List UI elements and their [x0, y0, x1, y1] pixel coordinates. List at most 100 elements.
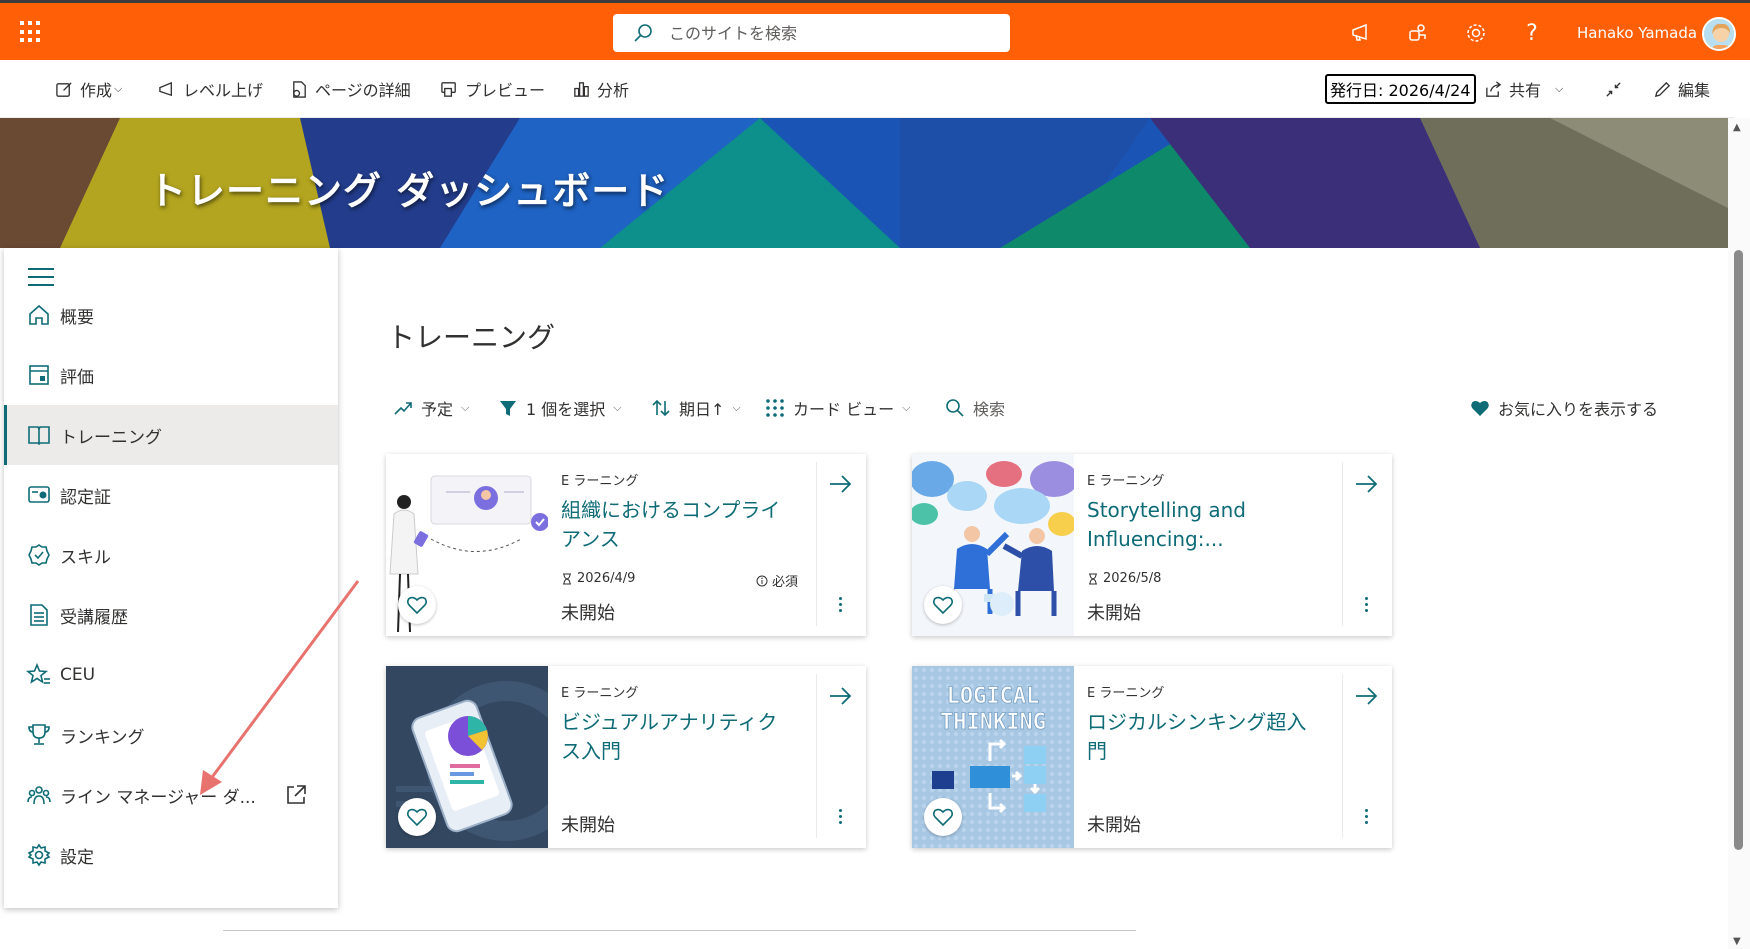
hero-banner: トレーニング ダッシュボード: [0, 118, 1728, 248]
analytics-button[interactable]: 分析: [572, 77, 629, 101]
card-divider: [1342, 462, 1343, 626]
view-selector[interactable]: カード ビュー ⌵: [765, 396, 910, 420]
nav-item-ceu[interactable]: CEU: [4, 645, 338, 705]
card-due-date: 2026/5/8: [1087, 571, 1161, 586]
nav-item-settings[interactable]: 設定: [4, 825, 338, 885]
card-title-link[interactable]: ロジカルシンキング超入門: [1087, 708, 1322, 766]
favorite-button[interactable]: [924, 798, 962, 836]
preview-label: プレビュー: [465, 81, 546, 100]
user-name[interactable]: Hanako Yamada: [1577, 24, 1697, 42]
nav-item-label: スキル: [60, 547, 111, 568]
external-link-icon[interactable]: [284, 783, 308, 807]
certificate-icon: [28, 486, 50, 503]
document-list-icon: [30, 604, 48, 626]
training-card[interactable]: E ラーニング ビジュアルアナリティクス入門 未開始: [386, 666, 866, 848]
more-options-icon[interactable]: [1357, 592, 1375, 616]
favorite-button[interactable]: [398, 586, 436, 624]
help-icon[interactable]: ?: [1519, 20, 1545, 46]
edit-button[interactable]: 編集: [1653, 77, 1710, 101]
promote-button[interactable]: レベル上げ: [158, 77, 263, 101]
view-selector-label: カード ビュー: [793, 400, 895, 419]
nav-item-overview[interactable]: 概要: [4, 285, 338, 345]
nav-item-line-manager-dashboard[interactable]: ライン マネージャー ダ...: [4, 765, 338, 825]
thumbnail-text-line-2: THINKING: [940, 710, 1046, 735]
nav-item-ranking[interactable]: ランキング: [4, 705, 338, 765]
preview-icon: [441, 81, 456, 97]
share-button[interactable]: 共有 ⌵: [1484, 77, 1563, 101]
megaphone-icon[interactable]: [1348, 20, 1374, 46]
preview-button[interactable]: プレビュー: [440, 77, 545, 101]
nav-item-training[interactable]: トレーニング: [4, 405, 338, 465]
section-divider: [223, 930, 1136, 931]
trophy-icon: [28, 724, 50, 745]
card-category: E ラーニング: [561, 474, 639, 489]
info-icon: [756, 575, 768, 586]
more-options-icon[interactable]: [831, 592, 849, 616]
publish-date-badge[interactable]: 発行日: 2026/4/24: [1325, 74, 1476, 104]
status-filter[interactable]: 1 個を選択 ⌵: [498, 396, 622, 420]
collapse-button[interactable]: [1604, 77, 1629, 101]
search-icon: [634, 24, 652, 42]
command-bar: 作成 ⌵ レベル上げ ページの詳細 プレビュー 分析 発行日: 2026/4/24…: [0, 60, 1735, 118]
scroll-thumb[interactable]: [1734, 250, 1743, 850]
scroll-up-arrow-icon[interactable]: ▲: [1733, 122, 1741, 133]
heart-outline-icon: [406, 596, 428, 615]
favorite-button[interactable]: [924, 586, 962, 624]
new-label: 作成: [80, 81, 113, 100]
card-category: E ラーニング: [1087, 474, 1165, 489]
card-title-link[interactable]: ビジュアルアナリティクス入門: [561, 708, 796, 766]
nav-item-label: 受講履歴: [60, 607, 128, 628]
more-options-icon[interactable]: [831, 804, 849, 828]
arrow-right-icon[interactable]: [1352, 682, 1380, 710]
chevron-down-icon: ⌵: [902, 401, 911, 414]
training-card[interactable]: LOGICAL THINKING E ラーニング ロジカルシンキング超入門 未開…: [912, 666, 1392, 848]
search-label: 検索: [973, 400, 1006, 419]
page-details-button[interactable]: ページの詳細: [290, 77, 411, 101]
megaphone-icon: [159, 81, 172, 96]
search-input[interactable]: [669, 23, 999, 43]
nav-item-skills[interactable]: スキル: [4, 525, 338, 585]
card-title-link[interactable]: Storytelling and Influencing:...: [1087, 496, 1322, 554]
card-divider: [816, 462, 817, 626]
favorite-button[interactable]: [398, 798, 436, 836]
filter-icon: [500, 401, 516, 416]
badge-icon: [28, 544, 50, 566]
show-favorites-toggle[interactable]: お気に入りを表示する: [1470, 396, 1658, 420]
vertical-scrollbar[interactable]: ▲ ▼: [1728, 118, 1750, 949]
nav-item-assessment[interactable]: 評価: [4, 345, 338, 405]
app-launcher-icon[interactable]: [20, 21, 42, 43]
card-status: 未開始: [561, 603, 615, 624]
nav-item-certificates[interactable]: 認定証: [4, 465, 338, 525]
sort-button[interactable]: 期日↑ ⌵: [651, 396, 741, 420]
page-title: トレーニング ダッシュボード: [148, 169, 670, 213]
heart-outline-icon: [932, 596, 954, 615]
hourglass-icon: [1089, 573, 1097, 584]
arrow-right-icon[interactable]: [826, 470, 854, 498]
collaboration-icon[interactable]: [1405, 20, 1431, 46]
site-search-box[interactable]: [613, 14, 1010, 52]
scroll-down-arrow-icon[interactable]: ▼: [1733, 936, 1741, 947]
grid-icon: [766, 399, 784, 417]
search-button[interactable]: 検索: [945, 396, 1005, 420]
new-button[interactable]: 作成 ⌵: [55, 77, 122, 101]
settings-gear-icon[interactable]: [1463, 20, 1489, 46]
training-card[interactable]: E ラーニング Storytelling and Influencing:...…: [912, 454, 1392, 636]
promote-label: レベル上げ: [183, 81, 264, 100]
card-status: 未開始: [1087, 815, 1141, 836]
more-options-icon[interactable]: [1357, 804, 1375, 828]
due-date-value: 2026/4/9: [577, 571, 636, 586]
nav-item-history[interactable]: 受講履歴: [4, 585, 338, 645]
arrow-right-icon[interactable]: [1352, 470, 1380, 498]
training-card[interactable]: E ラーニング 組織におけるコンプライアンス 2026/4/9 必須 未開始: [386, 454, 866, 636]
card-title-link[interactable]: 組織におけるコンプライアンス: [561, 496, 796, 554]
hourglass-icon: [563, 573, 571, 584]
arrow-right-icon[interactable]: [826, 682, 854, 710]
pencil-icon: [1654, 81, 1671, 97]
nav-item-label: 評価: [60, 367, 94, 388]
card-category: E ラーニング: [561, 686, 639, 701]
schedule-filter[interactable]: 予定 ⌵: [393, 396, 469, 420]
heart-outline-icon: [932, 808, 954, 827]
avatar[interactable]: [1702, 17, 1736, 51]
people-team-icon: [27, 786, 51, 805]
page-settings-icon: [293, 80, 306, 98]
